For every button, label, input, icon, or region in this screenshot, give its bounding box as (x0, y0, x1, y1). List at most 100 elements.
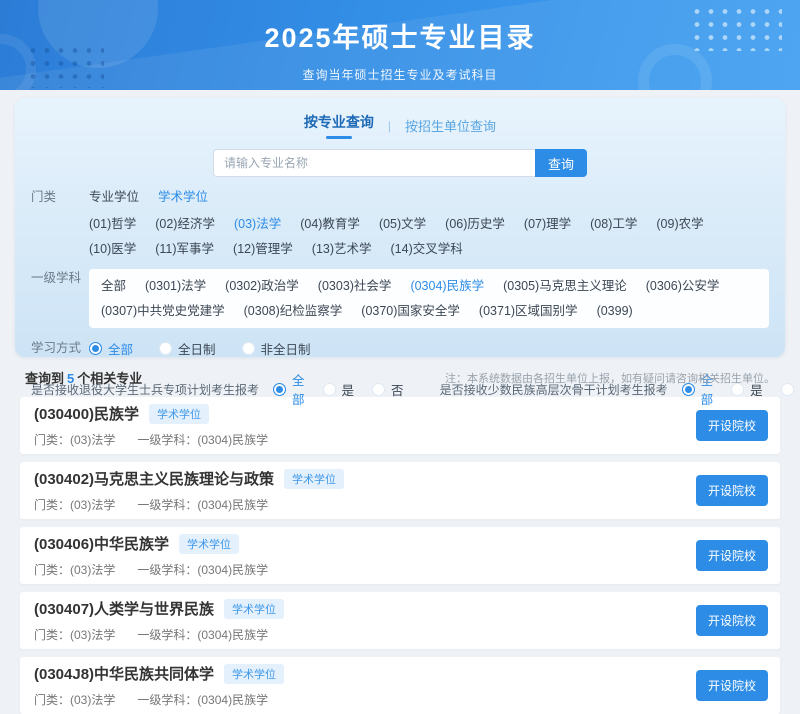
meta-discipline-label: 一级学科： (137, 563, 197, 577)
open-schools-button[interactable]: 开设院校 (696, 540, 768, 571)
meta-category-value: (03)法学 (70, 433, 115, 447)
category-code-option[interactable]: (14)交叉学科 (391, 240, 463, 258)
result-title: (0304J8)中华民族共同体学 (34, 663, 214, 684)
question-minority-option[interactable]: 否 (781, 380, 800, 399)
category-code-option[interactable]: (08)工学 (590, 215, 637, 233)
radio-icon (273, 383, 286, 396)
result-card: (030406)中华民族学 学术学位 门类：(03)法学 一级学科：(0304)民… (20, 527, 780, 584)
meta-discipline-value: (0304)民族学 (197, 498, 268, 512)
result-meta: 门类：(03)法学一级学科：(0304)民族学 (34, 691, 284, 708)
category-code-option[interactable]: (05)文学 (379, 215, 426, 233)
discipline-label: 一级学科 (31, 269, 89, 287)
degree-type-option[interactable]: 学术学位 (158, 188, 208, 206)
search-input[interactable] (213, 149, 535, 177)
tab-by-unit[interactable]: 按招生单位查询 (405, 116, 496, 135)
category-row: 门类 专业学位 学术学位 (31, 188, 769, 206)
discipline-option[interactable]: (0302)政治学 (225, 277, 299, 295)
result-card-info: (0304J8)中华民族共同体学 学术学位 门类：(03)法学一级学科：(030… (34, 663, 284, 708)
tab-by-major-label: 按专业查询 (304, 114, 374, 130)
radio-label: 是 (342, 380, 355, 399)
study-mode-option[interactable]: 全日制 (159, 339, 216, 358)
result-card-info: (030406)中华民族学 学术学位 门类：(03)法学 一级学科：(0304)民… (34, 533, 268, 578)
category-codes-row: (01)哲学 (02)经济学 (03)法学 (04)教育学 (05)文学 (06… (31, 215, 769, 258)
discipline-option[interactable]: (0303)社会学 (318, 277, 392, 295)
study-mode-label: 学习方式 (31, 339, 89, 357)
result-title-row: (030402)马克思主义民族理论与政策 学术学位 (34, 468, 344, 489)
question-veteran-option[interactable]: 是 (323, 380, 355, 399)
category-code-option[interactable]: (11)军事学 (155, 240, 214, 258)
header-banner: 2025年硕士专业目录 查询当年硕士招生专业及考试科目 (0, 0, 800, 90)
discipline-option[interactable]: 全部 (101, 277, 126, 295)
discipline-option[interactable]: (0307)中共党史党建学 (101, 302, 225, 320)
result-title: (030406)中华民族学 (34, 533, 169, 554)
results-list: (030400)民族学 学术学位 门类：(03)法学一级学科：(0304)民族学… (20, 397, 780, 714)
category-code-option[interactable]: (04)教育学 (300, 215, 360, 233)
result-title-row: (030400)民族学 学术学位 (34, 403, 268, 424)
meta-category-value: (03)法学 (70, 563, 115, 577)
meta-discipline-label: 一级学科： (137, 693, 197, 707)
discipline-option[interactable]: (0306)公安学 (646, 277, 720, 295)
page-title: 2025年硕士专业目录 (0, 0, 800, 55)
category-code-option[interactable]: (03)法学 (234, 215, 281, 233)
category-code-option[interactable]: (07)理学 (524, 215, 571, 233)
discipline-option[interactable]: (0371)区域国别学 (479, 302, 578, 320)
meta-category-value: (03)法学 (70, 693, 115, 707)
open-schools-button[interactable]: 开设院校 (696, 410, 768, 441)
discipline-option[interactable]: (0301)法学 (145, 277, 206, 295)
results-count-suffix: 个相关专业 (77, 371, 142, 386)
degree-type-option[interactable]: 专业学位 (89, 188, 139, 206)
meta-category-value: (03)法学 (70, 628, 115, 642)
degree-badge: 学术学位 (224, 599, 284, 619)
result-title-row: (030407)人类学与世界民族 学术学位 (34, 598, 284, 619)
study-mode-option[interactable]: 非全日制 (242, 339, 311, 358)
radio-icon (159, 342, 172, 355)
result-card: (0304J8)中华民族共同体学 学术学位 门类：(03)法学一级学科：(030… (20, 657, 780, 714)
category-code-option[interactable]: (01)哲学 (89, 215, 136, 233)
radio-label: 全日制 (178, 339, 216, 358)
meta-discipline-label: 一级学科： (137, 628, 197, 642)
results-count-number: 5 (64, 371, 77, 386)
study-mode-option[interactable]: 全部 (89, 339, 133, 358)
meta-category-label: 门类： (34, 433, 70, 447)
category-code-option[interactable]: (02)经济学 (155, 215, 215, 233)
page-subtitle: 查询当年硕士招生专业及考试科目 (0, 66, 800, 83)
discipline-row: 一级学科 全部 (0301)法学 (0302)政治学 (0303)社会学 (03… (31, 269, 769, 328)
tab-divider: | (388, 119, 391, 133)
degree-badge: 学术学位 (224, 664, 284, 684)
result-title-row: (030406)中华民族学 学术学位 (34, 533, 268, 554)
open-schools-button[interactable]: 开设院校 (696, 605, 768, 636)
degree-badge: 学术学位 (179, 534, 239, 554)
result-title: (030407)人类学与世界民族 (34, 598, 214, 619)
discipline-options: 全部 (0301)法学 (0302)政治学 (0303)社会学 (0304)民族… (101, 277, 757, 320)
discipline-option[interactable]: (0304)民族学 (410, 277, 484, 295)
open-schools-button[interactable]: 开设院校 (696, 475, 768, 506)
meta-discipline-value: (0304)民族学 (197, 563, 268, 577)
radio-icon (372, 383, 385, 396)
meta-category-value: (03)法学 (70, 498, 115, 512)
search-button[interactable]: 查询 (535, 149, 587, 177)
category-code-option[interactable]: (12)管理学 (233, 240, 293, 258)
question-veteran-option[interactable]: 全部 (273, 370, 305, 408)
discipline-option[interactable]: (0305)马克思主义理论 (503, 277, 627, 295)
result-card: (030407)人类学与世界民族 学术学位 门类：(03)法学一级学科：(030… (20, 592, 780, 649)
discipline-option[interactable]: (0370)国家安全学 (361, 302, 460, 320)
study-mode-row: 学习方式 全部 全日制 非全日制 (31, 339, 769, 358)
category-code-option[interactable]: (10)医学 (89, 240, 136, 258)
open-schools-button[interactable]: 开设院校 (696, 670, 768, 701)
result-meta: 门类：(03)法学一级学科：(0304)民族学 (34, 496, 344, 513)
results-note: 注：本系统数据由各招生单位上报，如有疑问请咨询相关招生单位。 (445, 370, 775, 386)
tab-by-major[interactable]: 按专业查询 (304, 112, 374, 139)
result-card: (030402)马克思主义民族理论与政策 学术学位 门类：(03)法学一级学科：… (20, 462, 780, 519)
results-count: 查询到5个相关专业 (25, 368, 142, 387)
radio-icon (89, 342, 102, 355)
meta-discipline-label: 一级学科： (137, 498, 197, 512)
meta-category-label: 门类： (34, 563, 70, 577)
discipline-option[interactable]: (0399) (597, 302, 633, 320)
radio-label: 全部 (108, 339, 133, 358)
category-code-option[interactable]: (09)农学 (656, 215, 703, 233)
meta-discipline-value: (0304)民族学 (197, 693, 268, 707)
category-code-option[interactable]: (13)艺术学 (312, 240, 372, 258)
question-veteran-option[interactable]: 否 (372, 380, 404, 399)
discipline-option[interactable]: (0308)纪检监察学 (244, 302, 343, 320)
category-code-option[interactable]: (06)历史学 (445, 215, 505, 233)
